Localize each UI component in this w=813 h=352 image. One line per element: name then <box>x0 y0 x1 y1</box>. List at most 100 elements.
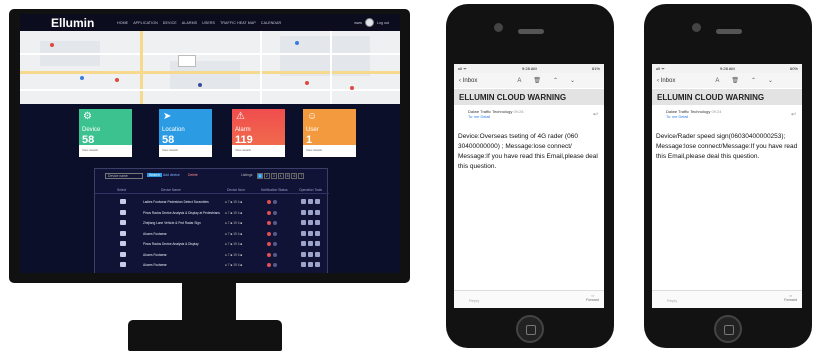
home-button[interactable] <box>516 315 544 343</box>
phone-right: ull ᯤ 9:28 AM 60% ‹ Inbox A 🗑 ⌃ ⌄ ELLUMI… <box>644 4 812 348</box>
view-icon[interactable] <box>308 262 313 267</box>
map-pin-icon[interactable] <box>80 76 84 80</box>
table-row[interactable]: Pinus Rados Device Analysis & Display at… <box>95 208 329 218</box>
row-checkbox[interactable] <box>120 209 126 215</box>
avatar[interactable] <box>365 18 374 27</box>
reply-input[interactable]: Reply <box>464 296 564 305</box>
edit-icon[interactable] <box>301 262 306 267</box>
map-pin-icon[interactable] <box>115 78 119 82</box>
paging-label: Listings <box>241 173 253 177</box>
delete-icon[interactable] <box>315 241 320 246</box>
alarm-card[interactable]: ⚠ Alarm 119 View details <box>232 109 285 157</box>
page-button[interactable]: 2 <box>263 173 270 179</box>
reply-icon[interactable]: ↩ <box>791 111 796 118</box>
row-checkbox[interactable] <box>120 262 126 267</box>
row-checkbox[interactable] <box>120 251 126 257</box>
delete-button[interactable]: Delete <box>188 173 198 177</box>
view-icon[interactable] <box>308 251 313 257</box>
nav-traffic-heat-map[interactable]: TRAFFIC HEAT MAP <box>220 21 256 25</box>
delete-icon[interactable] <box>315 220 320 225</box>
page-button[interactable]: 6 <box>291 173 298 179</box>
nav-users[interactable]: USERS <box>202 21 215 25</box>
chevron-up-icon[interactable]: ⌃ <box>553 77 558 84</box>
table-row[interactable]: Aluzes Footwear ● 7 ■ 19 4 ■ <box>95 260 329 270</box>
forward-button[interactable]: ⇨ Forward <box>784 294 797 302</box>
font-size-icon[interactable]: A <box>715 78 719 84</box>
table-row[interactable]: Aluzes Footwear ● 7 ■ 19 4 ■ <box>95 250 329 260</box>
edit-icon[interactable] <box>301 220 306 225</box>
chevron-down-icon[interactable]: ⌄ <box>768 77 773 84</box>
nav-home[interactable]: HOME <box>117 21 128 25</box>
reply-input[interactable]: Reply <box>662 296 762 305</box>
delete-icon[interactable] <box>315 230 320 236</box>
table-row[interactable]: Pinus Rados Device Analysis & Display ● 7… <box>95 239 329 249</box>
back-to-inbox-button[interactable]: ‹ Inbox <box>657 78 675 84</box>
search-input[interactable]: Device name <box>105 173 143 179</box>
status-dot-icon <box>273 221 277 225</box>
edit-icon[interactable] <box>301 199 306 204</box>
page-button[interactable]: 5 <box>284 173 291 179</box>
reply-icon[interactable]: ↩ <box>593 111 598 118</box>
edit-icon[interactable] <box>301 230 306 236</box>
row-checkbox[interactable] <box>120 230 126 236</box>
map-pin-icon[interactable] <box>295 41 299 45</box>
forward-button[interactable]: ⇨ Forward <box>586 294 599 302</box>
card-footer[interactable]: View details <box>306 148 322 152</box>
device-name-cell: Ladies Footwear Pedestrian Detect Scramb… <box>143 200 209 204</box>
row-checkbox[interactable] <box>120 199 126 204</box>
chevron-up-icon[interactable]: ⌃ <box>751 77 756 84</box>
device-card[interactable]: ⚙ Device 58 View details <box>79 109 132 157</box>
add-device-button[interactable]: Add device <box>163 173 180 177</box>
map-pin-icon[interactable] <box>198 83 202 87</box>
delete-icon[interactable] <box>315 199 320 204</box>
device-card-header: ⚙ Device 58 <box>79 109 132 146</box>
page-button[interactable]: 1 <box>257 173 263 179</box>
home-button[interactable] <box>714 315 742 343</box>
font-size-icon[interactable]: A <box>517 78 521 84</box>
row-checkbox[interactable] <box>120 220 126 225</box>
user-menu[interactable]: www Log out <box>354 18 389 27</box>
logout-link[interactable]: Log out <box>377 21 389 25</box>
page-button[interactable]: 4 <box>277 173 284 179</box>
recipient-detail[interactable]: To: me Detail <box>666 115 688 119</box>
card-footer[interactable]: View details <box>162 148 178 152</box>
location-map[interactable] <box>20 31 400 104</box>
chevron-down-icon[interactable]: ⌄ <box>570 77 575 84</box>
page-button[interactable]: 3 <box>270 173 277 179</box>
location-card[interactable]: ➤ Location 58 View details <box>159 109 212 157</box>
user-card[interactable]: ☺ User 1 View details <box>303 109 356 157</box>
nav-calendar[interactable]: CALENDAR <box>261 21 281 25</box>
delete-icon[interactable] <box>315 262 320 267</box>
recipient-detail[interactable]: To: me Detail <box>468 115 490 119</box>
edit-icon[interactable] <box>301 251 306 257</box>
view-icon[interactable] <box>308 241 313 246</box>
view-icon[interactable] <box>308 199 313 204</box>
map-pin-icon[interactable] <box>305 81 309 85</box>
trash-icon[interactable]: 🗑 <box>533 77 541 84</box>
card-value: 58 <box>82 134 95 146</box>
device-table-panel: Device name Search Add device Delete Lis… <box>94 168 329 273</box>
table-row[interactable]: Zhejiang Lane Vehicle & Ped Radar Sign ● … <box>95 218 329 228</box>
view-icon[interactable] <box>308 220 313 225</box>
search-button[interactable]: Search <box>147 173 162 177</box>
view-icon[interactable] <box>308 209 313 215</box>
view-icon[interactable] <box>308 230 313 236</box>
back-to-inbox-button[interactable]: ‹ Inbox <box>459 78 477 84</box>
page-button[interactable]: 7 <box>298 173 305 179</box>
nav-application[interactable]: APPLICATION <box>133 21 158 25</box>
edit-icon[interactable] <box>301 241 306 246</box>
table-row[interactable]: Ladies Footwear Pedestrian Detect Scramb… <box>95 197 329 207</box>
nav-device[interactable]: DEVICE <box>163 21 177 25</box>
table-row[interactable]: Aluzes Footwear ● 7 ■ 19 4 ■ <box>95 229 329 239</box>
trash-icon[interactable]: 🗑 <box>731 77 739 84</box>
map-pin-icon[interactable] <box>50 43 54 47</box>
card-footer[interactable]: View details <box>82 148 98 152</box>
delete-icon[interactable] <box>315 251 320 257</box>
map-pin-icon[interactable] <box>350 86 354 90</box>
pagination[interactable]: 1234567 <box>257 173 305 179</box>
delete-icon[interactable] <box>315 209 320 215</box>
nav-alarms[interactable]: ALARMS <box>182 21 197 25</box>
card-footer[interactable]: View details <box>235 148 251 152</box>
edit-icon[interactable] <box>301 209 306 215</box>
row-checkbox[interactable] <box>120 241 126 246</box>
